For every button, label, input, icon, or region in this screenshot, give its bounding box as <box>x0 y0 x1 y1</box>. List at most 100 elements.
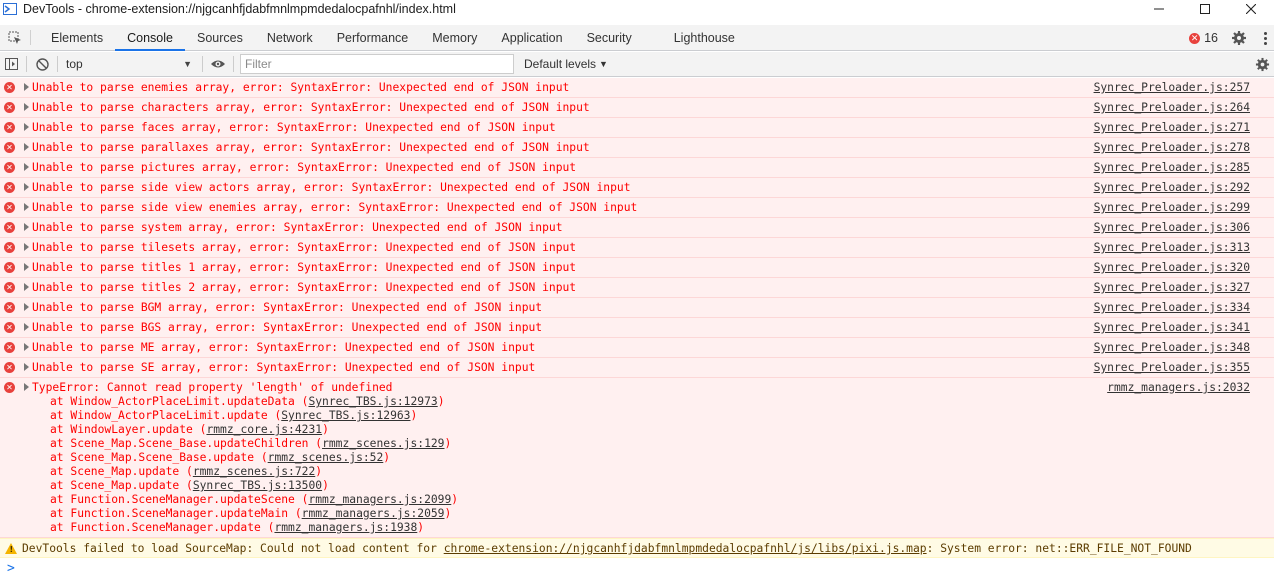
tab-security[interactable]: Security <box>575 25 644 50</box>
source-link[interactable]: Synrec_Preloader.js:341 <box>1094 321 1250 334</box>
warning-text: : System error: net::ERR_FILE_NOT_FOUND <box>926 542 1192 555</box>
expand-triangle-icon[interactable] <box>24 123 29 131</box>
source-link[interactable]: Synrec_Preloader.js:264 <box>1094 101 1250 114</box>
filter-input[interactable] <box>240 54 514 74</box>
minimize-button[interactable] <box>1136 0 1182 18</box>
console-error-row[interactable]: ✕ Unable to parse enemies array, error: … <box>0 78 1274 98</box>
frame-link[interactable]: Synrec_TBS.js:12973 <box>308 395 437 408</box>
log-levels-dropdown[interactable]: Default levels ▼ <box>524 57 608 71</box>
expand-triangle-icon[interactable] <box>24 283 29 291</box>
expand-triangle-icon[interactable] <box>24 103 29 111</box>
console-settings-button[interactable] <box>1252 54 1272 74</box>
source-link[interactable]: Synrec_Preloader.js:299 <box>1094 201 1250 214</box>
console-error-row[interactable]: ✕ Unable to parse titles 1 array, error:… <box>0 258 1274 278</box>
show-sidebar-button[interactable] <box>0 53 22 75</box>
console-error-row[interactable]: ✕ Unable to parse BGM array, error: Synt… <box>0 298 1274 318</box>
devtools-tabbar: Elements Console Sources Network Perform… <box>0 25 1274 51</box>
source-link[interactable]: Synrec_Preloader.js:271 <box>1094 121 1250 134</box>
tab-console[interactable]: Console <box>115 25 185 51</box>
source-link[interactable]: Synrec_Preloader.js:257 <box>1094 81 1250 94</box>
frame-link[interactable]: rmmz_scenes.js:52 <box>268 451 384 464</box>
source-link[interactable]: Synrec_Preloader.js:348 <box>1094 341 1250 354</box>
expand-triangle-icon[interactable] <box>24 263 29 271</box>
error-icon: ✕ <box>4 242 15 253</box>
frame-link[interactable]: Synrec_TBS.js:13500 <box>193 479 322 492</box>
maximize-button[interactable] <box>1182 0 1228 18</box>
stack-frame: at Function.SceneManager.updateScene (rm… <box>50 493 458 507</box>
error-count-badge[interactable]: ✕ 16 <box>1189 31 1218 45</box>
expand-triangle-icon[interactable] <box>24 363 29 371</box>
error-message: Unable to parse BGM array, error: Syntax… <box>32 301 543 314</box>
console-prompt-input[interactable]: > <box>0 560 1274 577</box>
console-error-row[interactable]: ✕ Unable to parse characters array, erro… <box>0 98 1274 118</box>
expand-triangle-icon[interactable] <box>24 243 29 251</box>
frame-link[interactable]: rmmz_managers.js:1938 <box>274 521 417 534</box>
source-link[interactable]: Synrec_Preloader.js:334 <box>1094 301 1250 314</box>
expand-triangle-icon[interactable] <box>24 343 29 351</box>
settings-button[interactable] <box>1230 29 1248 47</box>
console-error-row[interactable]: ✕ Unable to parse titles 2 array, error:… <box>0 278 1274 298</box>
console-warning-row[interactable]: ! DevTools failed to load SourceMap: Cou… <box>0 538 1274 558</box>
source-link[interactable]: Synrec_Preloader.js:292 <box>1094 181 1250 194</box>
stack-frame: at Window_ActorPlaceLimit.updateData (Sy… <box>50 395 458 409</box>
source-link[interactable]: Synrec_Preloader.js:278 <box>1094 141 1250 154</box>
console-error-row[interactable]: ✕ Unable to parse ME array, error: Synta… <box>0 338 1274 358</box>
inspect-element-button[interactable] <box>0 25 30 50</box>
frame-link[interactable]: rmmz_scenes.js:129 <box>322 437 444 450</box>
tab-performance[interactable]: Performance <box>325 25 421 50</box>
console-error-row[interactable]: ✕ Unable to parse faces array, error: Sy… <box>0 118 1274 138</box>
expand-triangle-icon[interactable] <box>24 163 29 171</box>
expand-triangle-icon[interactable] <box>24 183 29 191</box>
console-error-row[interactable]: ✕ Unable to parse system array, error: S… <box>0 218 1274 238</box>
console-error-stack-row[interactable]: ✕ TypeError: Cannot read property 'lengt… <box>0 378 1274 538</box>
warning-text: DevTools failed to load SourceMap: Could… <box>22 542 444 555</box>
close-button[interactable] <box>1228 0 1274 18</box>
source-link[interactable]: Synrec_Preloader.js:327 <box>1094 281 1250 294</box>
console-error-row[interactable]: ✕ Unable to parse SE array, error: Synta… <box>0 358 1274 378</box>
divider <box>233 56 234 72</box>
sourcemap-link[interactable]: chrome-extension://njgcanhfjdabfmnlmpmde… <box>444 542 927 555</box>
frame-link[interactable]: rmmz_scenes.js:722 <box>193 465 315 478</box>
divider <box>30 30 31 45</box>
frame-text: ) <box>322 479 329 492</box>
tab-application[interactable]: Application <box>489 25 574 50</box>
console-error-row[interactable]: ✕ Unable to parse BGS array, error: Synt… <box>0 318 1274 338</box>
tab-elements[interactable]: Elements <box>39 25 115 50</box>
frame-link[interactable]: rmmz_managers.js:2059 <box>302 507 445 520</box>
frame-link[interactable]: Synrec_TBS.js:12963 <box>281 409 410 422</box>
context-selector[interactable]: top ▼ <box>62 55 198 73</box>
console-error-row[interactable]: ✕ Unable to parse side view enemies arra… <box>0 198 1274 218</box>
frame-text: at Window_ActorPlaceLimit.update ( <box>50 409 282 422</box>
source-link[interactable]: Synrec_Preloader.js:285 <box>1094 161 1250 174</box>
source-link[interactable]: Synrec_Preloader.js:306 <box>1094 221 1250 234</box>
expand-triangle-icon[interactable] <box>24 323 29 331</box>
error-icon: ✕ <box>1189 32 1201 44</box>
live-expression-button[interactable] <box>207 53 229 75</box>
expand-triangle-icon[interactable] <box>24 383 29 391</box>
console-error-row[interactable]: ✕ Unable to parse pictures array, error:… <box>0 158 1274 178</box>
expand-triangle-icon[interactable] <box>24 143 29 151</box>
more-options-button[interactable] <box>1260 31 1270 45</box>
stack-frame: at Function.SceneManager.updateMain (rmm… <box>50 507 458 521</box>
clear-console-button[interactable] <box>31 53 53 75</box>
expand-triangle-icon[interactable] <box>24 203 29 211</box>
source-link[interactable]: Synrec_Preloader.js:320 <box>1094 261 1250 274</box>
tab-sources[interactable]: Sources <box>185 25 255 50</box>
tab-lighthouse[interactable]: Lighthouse <box>662 25 747 50</box>
source-link[interactable]: Synrec_Preloader.js:355 <box>1094 361 1250 374</box>
tab-memory[interactable]: Memory <box>420 25 489 50</box>
expand-triangle-icon[interactable] <box>24 223 29 231</box>
console-error-row[interactable]: ✕ Unable to parse parallaxes array, erro… <box>0 138 1274 158</box>
console-error-row[interactable]: ✕ Unable to parse side view actors array… <box>0 178 1274 198</box>
gear-icon <box>1232 31 1246 45</box>
error-icon: ✕ <box>4 302 15 313</box>
frame-link[interactable]: rmmz_core.js:4231 <box>206 423 322 436</box>
frame-link[interactable]: rmmz_managers.js:2099 <box>308 493 451 506</box>
expand-triangle-icon[interactable] <box>24 303 29 311</box>
expand-triangle-icon[interactable] <box>24 83 29 91</box>
tab-network[interactable]: Network <box>255 25 325 50</box>
source-link[interactable]: Synrec_Preloader.js:313 <box>1094 241 1250 254</box>
console-error-row[interactable]: ✕ Unable to parse tilesets array, error:… <box>0 238 1274 258</box>
source-link[interactable]: rmmz_managers.js:2032 <box>1107 381 1250 394</box>
gear-icon <box>1255 57 1269 71</box>
